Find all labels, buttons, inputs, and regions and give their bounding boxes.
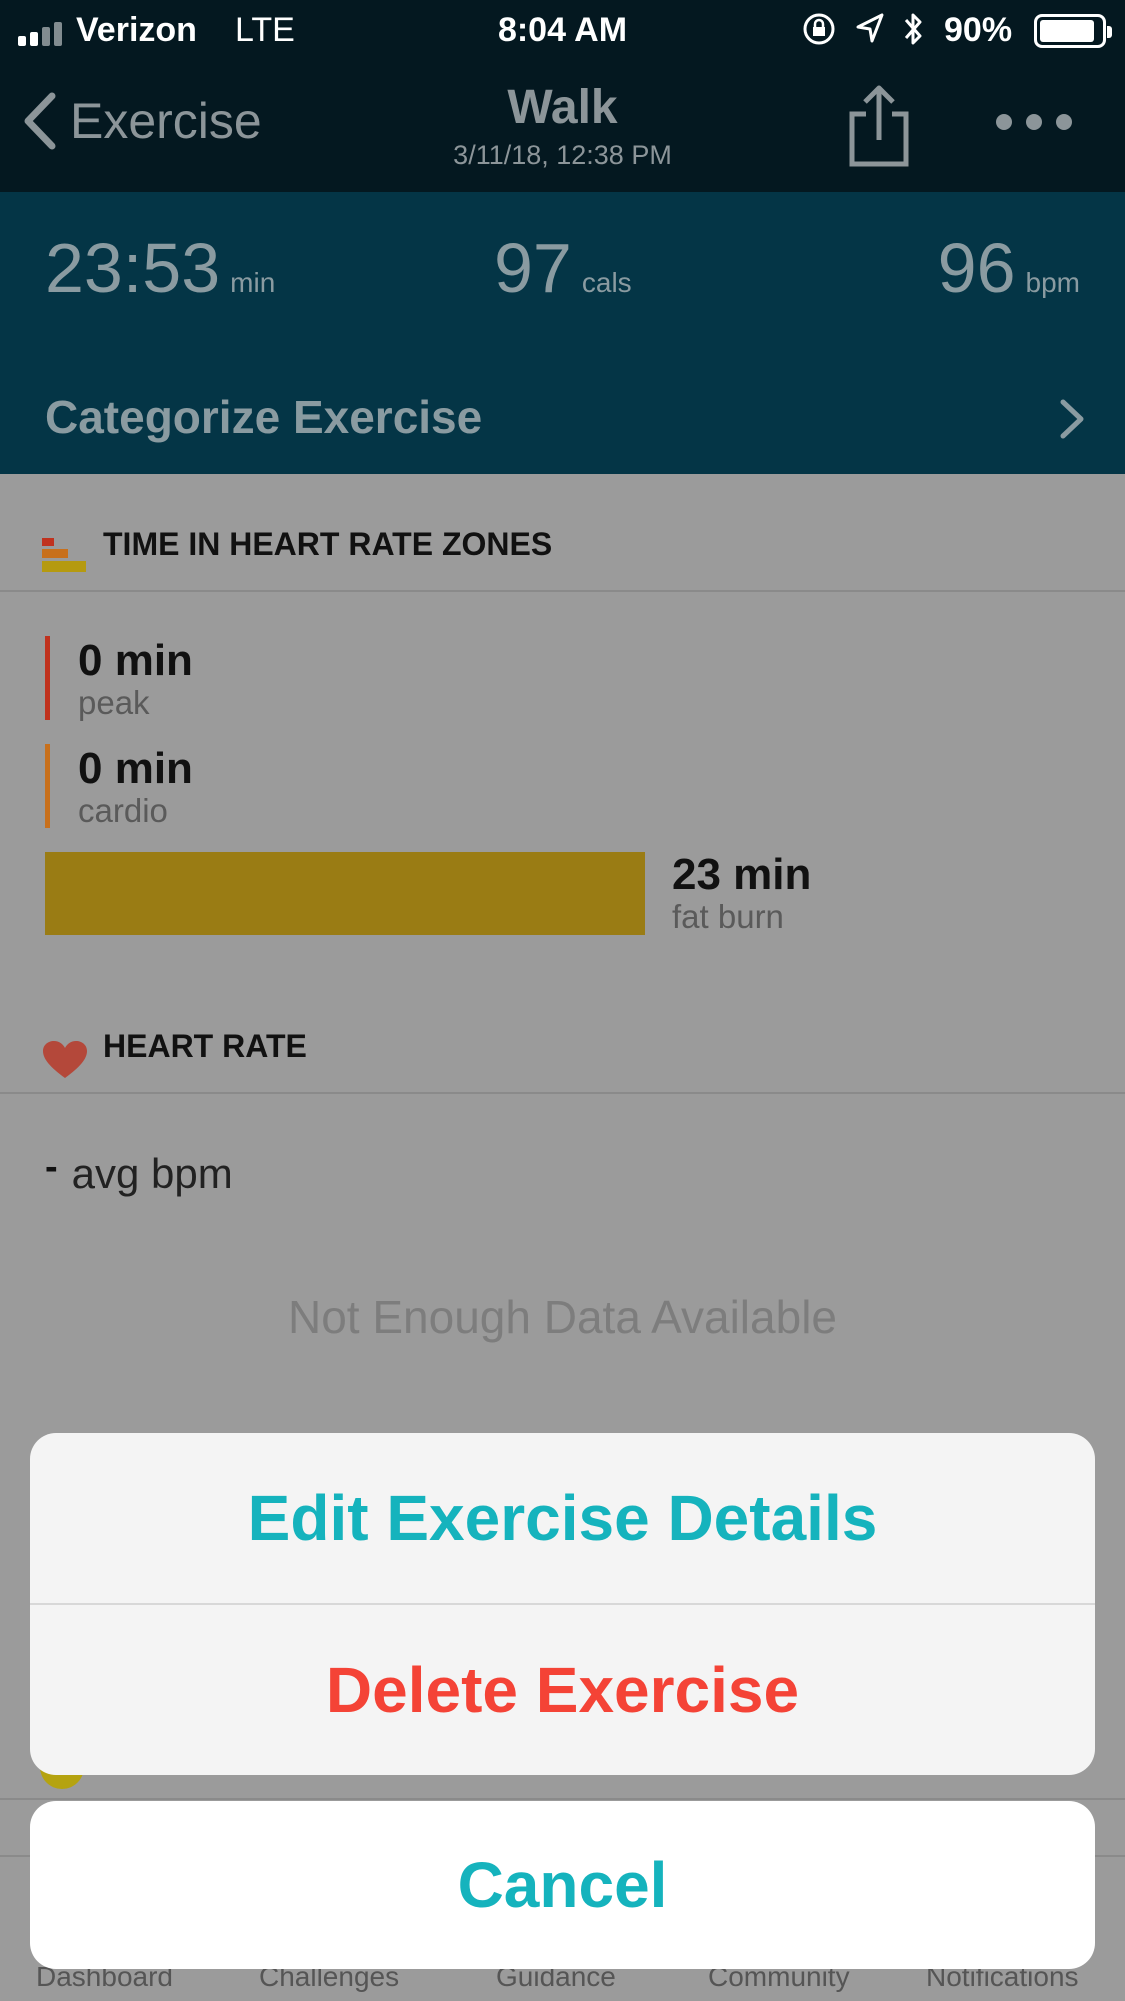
duration-unit: min (230, 267, 276, 298)
zone-cardio-indicator (45, 744, 50, 828)
action-sheet: Edit Exercise Details Delete Exercise (30, 1433, 1095, 1775)
calories-stat: 97 cals (494, 228, 632, 308)
avg-bpm-value: - (45, 1145, 58, 1188)
calories-value: 97 (494, 229, 572, 307)
zone-peak-name: peak (78, 684, 150, 721)
more-options-button[interactable] (996, 114, 1072, 130)
location-arrow-icon (856, 13, 884, 43)
zone-fat-burn-minutes: 23 min (672, 850, 812, 899)
navigation-bar: Exercise Walk 3/11/18, 12:38 PM (0, 62, 1125, 192)
battery-icon (1034, 14, 1112, 48)
calories-unit: cals (581, 267, 632, 298)
share-button[interactable] (846, 82, 912, 173)
divider (0, 1798, 1125, 1800)
categorize-exercise-row[interactable]: Categorize Exercise (0, 362, 1125, 474)
page-subtitle: 3/11/18, 12:38 PM (453, 140, 672, 170)
heart-rate-stat: 96 bpm (938, 228, 1080, 308)
zone-fat-burn-name: fat burn (672, 898, 784, 935)
zone-fat-burn-bar (45, 852, 645, 935)
delete-exercise-button[interactable]: Delete Exercise (30, 1605, 1095, 1775)
heart-icon (43, 1041, 87, 1078)
exercise-summary: 23:53 min 97 cals 96 bpm Categorize Exer… (0, 192, 1125, 474)
avg-bpm-label: avg bpm (71, 1150, 233, 1197)
zone-peak-minutes: 0 min (78, 636, 193, 685)
categorize-exercise-label: Categorize Exercise (45, 391, 483, 443)
no-data-message: Not Enough Data Available (288, 1291, 837, 1343)
heart-rate-title: HEART RATE (103, 1028, 307, 1064)
edit-exercise-button[interactable]: Edit Exercise Details (30, 1433, 1095, 1603)
heart-rate-unit: bpm (1025, 267, 1080, 298)
duration-stat: 23:53 min (45, 228, 275, 308)
bluetooth-icon (904, 13, 922, 45)
hr-zones-header: TIME IN HEART RATE ZONES (0, 500, 1125, 592)
cancel-button[interactable]: Cancel (30, 1801, 1095, 1969)
zone-cardio-name: cardio (78, 792, 168, 829)
chevron-right-icon (1060, 399, 1084, 439)
hr-zones-icon (42, 538, 86, 572)
heart-rate-value: 96 (937, 229, 1016, 307)
battery-percentage: 90% (944, 11, 1013, 49)
duration-value: 23:53 (45, 229, 221, 307)
hr-zones-title: TIME IN HEART RATE ZONES (103, 526, 553, 562)
more-dots-icon (996, 114, 1012, 130)
heart-rate-header: HEART RATE (0, 1002, 1125, 1094)
zone-cardio-minutes: 0 min (78, 744, 193, 793)
status-bar: Verizon LTE 8:04 AM 90% (0, 0, 1125, 62)
rotation-lock-icon (803, 13, 835, 45)
status-icons (800, 10, 926, 48)
avg-bpm: - avg bpm (45, 1146, 233, 1198)
share-icon (849, 85, 909, 167)
page-title: Walk (507, 81, 618, 134)
zone-peak-indicator (45, 636, 50, 720)
